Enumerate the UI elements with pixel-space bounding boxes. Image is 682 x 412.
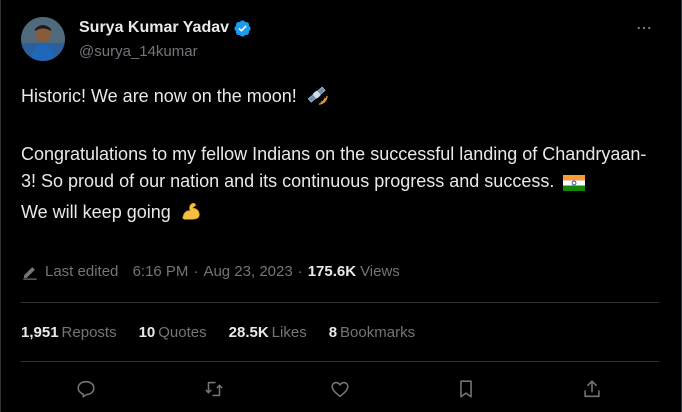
action-bar (21, 376, 633, 402)
divider (21, 302, 659, 303)
tweet-time[interactable]: 6:16 PM (133, 262, 189, 282)
tweet-line: We will keep going (21, 199, 661, 230)
reply-icon[interactable] (73, 376, 99, 402)
india-flag-icon (563, 172, 586, 199)
views-count: 175.6K (307, 263, 357, 280)
flexed-biceps-icon (180, 200, 202, 230)
author-name-row: Surya Kumar Yadav (79, 18, 252, 38)
quotes-stat[interactable]: 10 Quotes (139, 323, 207, 343)
heart-icon[interactable] (327, 376, 353, 402)
author-handle[interactable]: @surya_14kumar (79, 42, 198, 62)
views-label: Views (360, 263, 400, 280)
verified-badge-icon (233, 19, 252, 38)
tweet-date[interactable]: Aug 23, 2023 (203, 262, 292, 282)
likes-stat[interactable]: 28.5K Likes (229, 323, 307, 343)
reposts-stat[interactable]: 1,951 Reposts (21, 323, 117, 343)
bookmarks-stat[interactable]: 8 Bookmarks (329, 323, 415, 343)
author-display-name[interactable]: Surya Kumar Yadav (79, 18, 229, 38)
satellite-emoji-icon (306, 84, 328, 114)
tweet-card: Surya Kumar Yadav @surya_14kumar Histori… (0, 0, 682, 412)
share-icon[interactable] (579, 376, 605, 402)
tweet-meta: Last edited 6:16 PM · Aug 23, 2023 · 175… (21, 262, 400, 282)
divider (21, 361, 659, 362)
tweet-stats: 1,951 Reposts 10 Quotes 28.5K Likes 8 Bookma… (21, 323, 415, 343)
retweet-icon[interactable] (201, 376, 227, 402)
more-horizontal-icon[interactable] (633, 18, 655, 38)
tweet-text: Historic! We are now on the moon! Congra… (21, 83, 661, 230)
bookmark-icon[interactable] (453, 376, 479, 402)
tweet-line: Historic! We are now on the moon! (21, 83, 661, 114)
pencil-edit-icon[interactable] (21, 263, 39, 281)
tweet-line: Congratulations to my fellow Indians on … (21, 141, 661, 199)
edited-label[interactable]: Last edited (45, 262, 118, 282)
avatar[interactable] (21, 17, 65, 61)
